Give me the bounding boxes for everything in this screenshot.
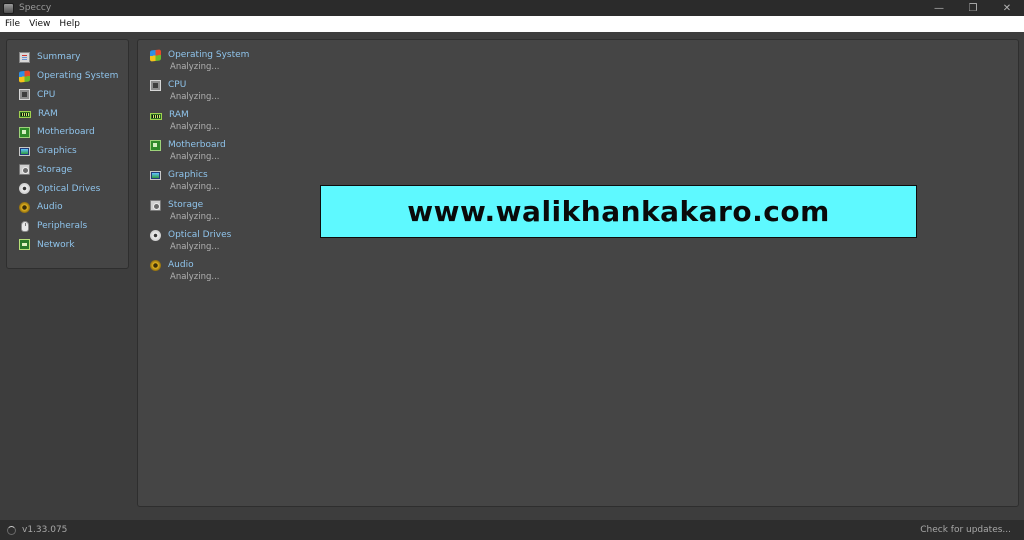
- sidebar-item-label: Motherboard: [37, 127, 95, 138]
- menu-bar: File View Help: [0, 16, 1024, 32]
- sidebar-item-label: Optical Drives: [37, 183, 101, 194]
- section-status: Analyzing...: [170, 122, 220, 132]
- section-title[interactable]: Motherboard: [168, 140, 226, 150]
- sidebar-item-graphics[interactable]: Graphics: [7, 142, 128, 161]
- section-title[interactable]: Storage: [168, 200, 203, 210]
- sidebar-item-label: CPU: [37, 89, 56, 100]
- menu-view[interactable]: View: [29, 19, 50, 29]
- sidebar-item-storage[interactable]: Storage: [7, 161, 128, 180]
- close-button[interactable]: ✕: [990, 0, 1024, 16]
- menu-file[interactable]: File: [5, 19, 20, 29]
- section-graphics: Graphics Analyzing...: [150, 169, 220, 192]
- window-title: Speccy: [19, 3, 52, 13]
- sidebar-item-ram[interactable]: RAM: [7, 104, 128, 123]
- os-icon: [19, 70, 30, 83]
- status-bar: v1.33.075 Check for updates...: [0, 520, 1024, 540]
- section-status: Analyzing...: [170, 152, 220, 162]
- section-status: Analyzing...: [170, 62, 220, 72]
- section-status: Analyzing...: [170, 242, 220, 252]
- sidebar-item-label: Operating System: [37, 71, 119, 82]
- sidebar-item-network[interactable]: Network: [7, 236, 128, 255]
- sidebar-item-motherboard[interactable]: Motherboard: [7, 123, 128, 142]
- section-ram: RAM Analyzing...: [150, 109, 220, 132]
- optical-drive-icon: [150, 229, 161, 241]
- section-status: Analyzing...: [170, 272, 220, 282]
- loading-spinner-icon: [7, 525, 16, 535]
- ram-icon: [150, 112, 162, 120]
- sidebar-item-peripherals[interactable]: Peripherals: [7, 217, 128, 236]
- ram-icon: [19, 111, 31, 119]
- sidebar-item-operating-system[interactable]: Operating System: [7, 67, 128, 86]
- os-icon: [150, 48, 161, 62]
- section-status: Analyzing...: [170, 212, 220, 222]
- maximize-button[interactable]: ❐: [956, 0, 990, 16]
- audio-icon: [150, 259, 161, 271]
- motherboard-icon: [19, 126, 30, 138]
- sidebar-item-label: Network: [37, 239, 75, 250]
- section-title[interactable]: RAM: [169, 110, 189, 120]
- sidebar-item-label: RAM: [38, 108, 58, 119]
- speccy-app-icon: [3, 2, 14, 14]
- storage-icon: [19, 164, 30, 176]
- cpu-icon: [19, 89, 30, 101]
- section-status: Analyzing...: [170, 92, 220, 102]
- section-title[interactable]: Optical Drives: [168, 230, 231, 240]
- sidebar-item-label: Summary: [37, 52, 81, 63]
- section-audio: Audio Analyzing...: [150, 259, 220, 282]
- minimize-button[interactable]: —: [922, 0, 956, 16]
- watermark-text: www.walikhankakaro.com: [407, 195, 830, 228]
- section-optical-drives: Optical Drives Analyzing...: [150, 229, 231, 252]
- section-cpu: CPU Analyzing...: [150, 79, 220, 102]
- version-label: v1.33.075: [22, 525, 68, 535]
- network-icon: [19, 239, 30, 251]
- summary-icon: [19, 51, 30, 63]
- sidebar-nav: Summary Operating System CPU RAM Motherb…: [6, 39, 129, 269]
- section-status: Analyzing...: [170, 182, 220, 192]
- menu-help[interactable]: Help: [59, 19, 80, 29]
- sidebar-item-label: Peripherals: [37, 221, 88, 232]
- sidebar-item-cpu[interactable]: CPU: [7, 86, 128, 105]
- audio-icon: [19, 201, 30, 213]
- content-panel: Operating System Analyzing... CPU Analyz…: [137, 39, 1019, 507]
- optical-drive-icon: [19, 183, 30, 195]
- window-controls: — ❐ ✕: [922, 0, 1024, 16]
- peripherals-icon: [21, 220, 29, 232]
- sidebar-item-audio[interactable]: Audio: [7, 198, 128, 217]
- sidebar-item-summary[interactable]: Summary: [7, 48, 128, 67]
- motherboard-icon: [150, 139, 161, 151]
- sidebar-item-label: Storage: [37, 164, 73, 175]
- sidebar-item-optical-drives[interactable]: Optical Drives: [7, 179, 128, 198]
- graphics-icon: [19, 146, 30, 156]
- section-title[interactable]: Audio: [168, 260, 194, 270]
- sidebar-item-label: Graphics: [37, 146, 77, 157]
- section-operating-system: Operating System Analyzing...: [150, 48, 249, 72]
- title-bar: Speccy — ❐ ✕: [0, 0, 1024, 16]
- check-updates-link[interactable]: Check for updates...: [920, 525, 1011, 535]
- section-motherboard: Motherboard Analyzing...: [150, 139, 226, 162]
- watermark-banner: www.walikhankakaro.com: [320, 185, 917, 238]
- cpu-icon: [150, 79, 161, 91]
- section-storage: Storage Analyzing...: [150, 199, 220, 222]
- section-title[interactable]: Operating System: [168, 50, 249, 60]
- section-title[interactable]: Graphics: [168, 170, 208, 180]
- section-title[interactable]: CPU: [168, 80, 186, 90]
- sidebar-item-label: Audio: [37, 202, 63, 213]
- graphics-icon: [150, 170, 161, 180]
- storage-icon: [150, 199, 161, 211]
